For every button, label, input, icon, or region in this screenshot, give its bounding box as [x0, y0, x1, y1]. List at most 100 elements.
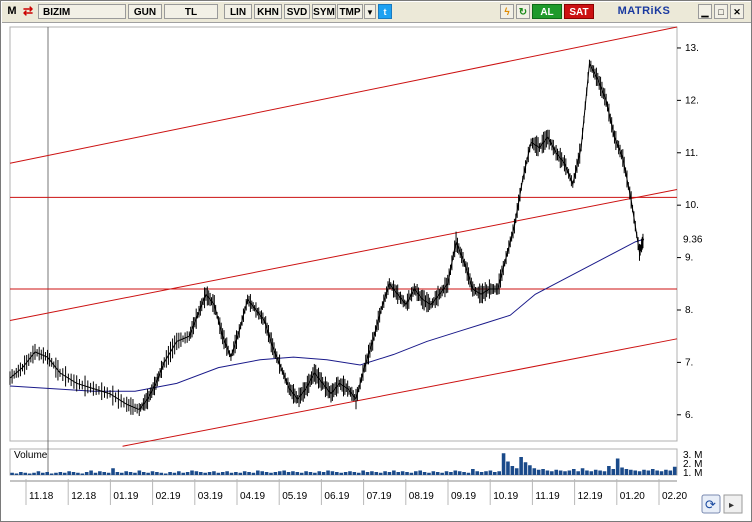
volume-bar	[115, 472, 120, 475]
khn-button[interactable]: KHN	[254, 4, 282, 19]
y-tick-label: 8.	[685, 305, 693, 316]
volume-bar	[383, 471, 387, 475]
symbol-field[interactable]: BIZIM	[38, 4, 126, 19]
volume-bar	[27, 473, 32, 475]
volume-bar	[646, 470, 651, 475]
last-price-label: 9.36	[683, 235, 703, 246]
x-tick-label: 08.19	[409, 491, 434, 502]
volume-bar	[392, 470, 396, 475]
period-button[interactable]: GUN	[128, 4, 162, 19]
volume-bar	[506, 461, 510, 475]
volume-bar	[220, 472, 225, 475]
y-tick-label: 7.	[685, 357, 693, 368]
restore-icon[interactable]: □	[714, 4, 728, 19]
volume-bar	[414, 471, 418, 475]
symbol-arrow-icon[interactable]: ⇄	[20, 4, 36, 19]
twitter-icon[interactable]: t	[378, 4, 392, 19]
volume-bar	[67, 471, 71, 475]
volume-bar	[190, 470, 194, 475]
x-tick-label: 12.18	[71, 491, 96, 502]
refresh-icon[interactable]: ↻	[516, 4, 530, 19]
volume-bar	[409, 472, 414, 475]
volume-bar	[282, 470, 286, 475]
volume-bar	[185, 472, 190, 475]
volume-bar	[277, 471, 282, 475]
volume-bar	[172, 472, 177, 475]
volume-bar	[378, 472, 383, 475]
volume-bar	[45, 472, 49, 475]
buy-button[interactable]: AL	[532, 4, 562, 19]
volume-bar	[571, 469, 576, 475]
volume-bar	[93, 472, 98, 475]
volume-bar	[585, 470, 589, 475]
dropdown-arrow-icon[interactable]: ▼	[364, 4, 376, 19]
volume-bar	[128, 472, 133, 475]
volume-bar	[427, 472, 431, 475]
sell-button[interactable]: SAT	[564, 4, 594, 19]
volume-bar	[321, 472, 326, 475]
close-icon[interactable]: ✕	[730, 4, 744, 19]
sync-icon[interactable]: ⟳	[701, 494, 721, 514]
volume-bar	[348, 471, 352, 475]
app-icon[interactable]: M	[6, 4, 18, 19]
volume-bar	[558, 470, 563, 475]
volume-bar	[36, 471, 41, 475]
y-tick-label: 12.	[685, 95, 699, 106]
currency-button[interactable]: TL	[164, 4, 218, 19]
volume-bar	[23, 472, 28, 475]
y-tick-label: 9.	[685, 253, 693, 264]
volume-bar	[471, 469, 475, 475]
volume-bar	[528, 465, 532, 475]
volume-bar	[10, 472, 14, 475]
volume-bar	[111, 468, 115, 475]
scale-button[interactable]: LIN	[224, 4, 252, 19]
volume-bar	[19, 472, 23, 475]
volume-bar	[102, 472, 107, 475]
volume-bar	[624, 469, 629, 475]
chart-area[interactable]: 13. 12. 11. 10. 9. 8. 7. 6. 9.36 Volume 11.18 12.…	[2, 23, 751, 521]
volume-bar	[550, 471, 554, 475]
volume-bar	[589, 471, 594, 475]
volume-bar	[133, 472, 137, 475]
y-tick-label: 6.	[685, 410, 693, 421]
volume-bar	[304, 471, 308, 475]
volume-bar	[484, 471, 488, 475]
volume-bar	[80, 473, 85, 475]
volume-bar	[137, 470, 142, 475]
volume-bar	[286, 472, 291, 475]
volume-bar	[510, 466, 515, 475]
volume-bar	[260, 471, 265, 475]
volume-bar	[400, 471, 405, 475]
volume-bar	[580, 468, 585, 475]
volume-bar	[177, 471, 181, 475]
x-tick-label: 10.19	[493, 491, 518, 502]
volume-bar	[207, 472, 212, 475]
volume-bar	[120, 472, 124, 475]
volume-bar	[335, 472, 339, 475]
svg-text:▸: ▸	[729, 500, 734, 511]
x-tick-label: 02.20	[662, 491, 687, 502]
minimize-icon[interactable]: ▁	[698, 4, 712, 19]
volume-bar	[576, 471, 580, 475]
svd-button[interactable]: SVD	[284, 4, 310, 19]
volume-bar	[637, 471, 642, 475]
volume-bar	[532, 468, 537, 475]
volume-bar	[607, 466, 611, 475]
volume-bar	[225, 471, 229, 475]
scroll-right-icon[interactable]: ▸	[723, 494, 743, 514]
lightning-icon[interactable]: ϟ	[500, 4, 514, 19]
volume-bar	[41, 472, 45, 475]
volume-bar	[457, 471, 462, 475]
toolbar: M ⇄ BIZIM GUN TL LIN KHN SVD SYM TMP ▼ t…	[2, 2, 751, 23]
volume-bar	[462, 472, 466, 475]
x-tick-label: 04.19	[240, 491, 265, 502]
price-chart[interactable]: 13. 12. 11. 10. 9. 8. 7. 6. 9.36 Volume 11.18 12.…	[2, 23, 751, 521]
volume-bar	[514, 468, 519, 475]
volume-bar	[295, 472, 300, 475]
volume-bar	[633, 470, 638, 475]
volume-bar	[664, 469, 668, 475]
volume-bar	[216, 472, 221, 475]
sym-button[interactable]: SYM	[312, 4, 336, 19]
volume-bar	[444, 471, 449, 475]
tmp-button[interactable]: TMP	[337, 4, 363, 19]
